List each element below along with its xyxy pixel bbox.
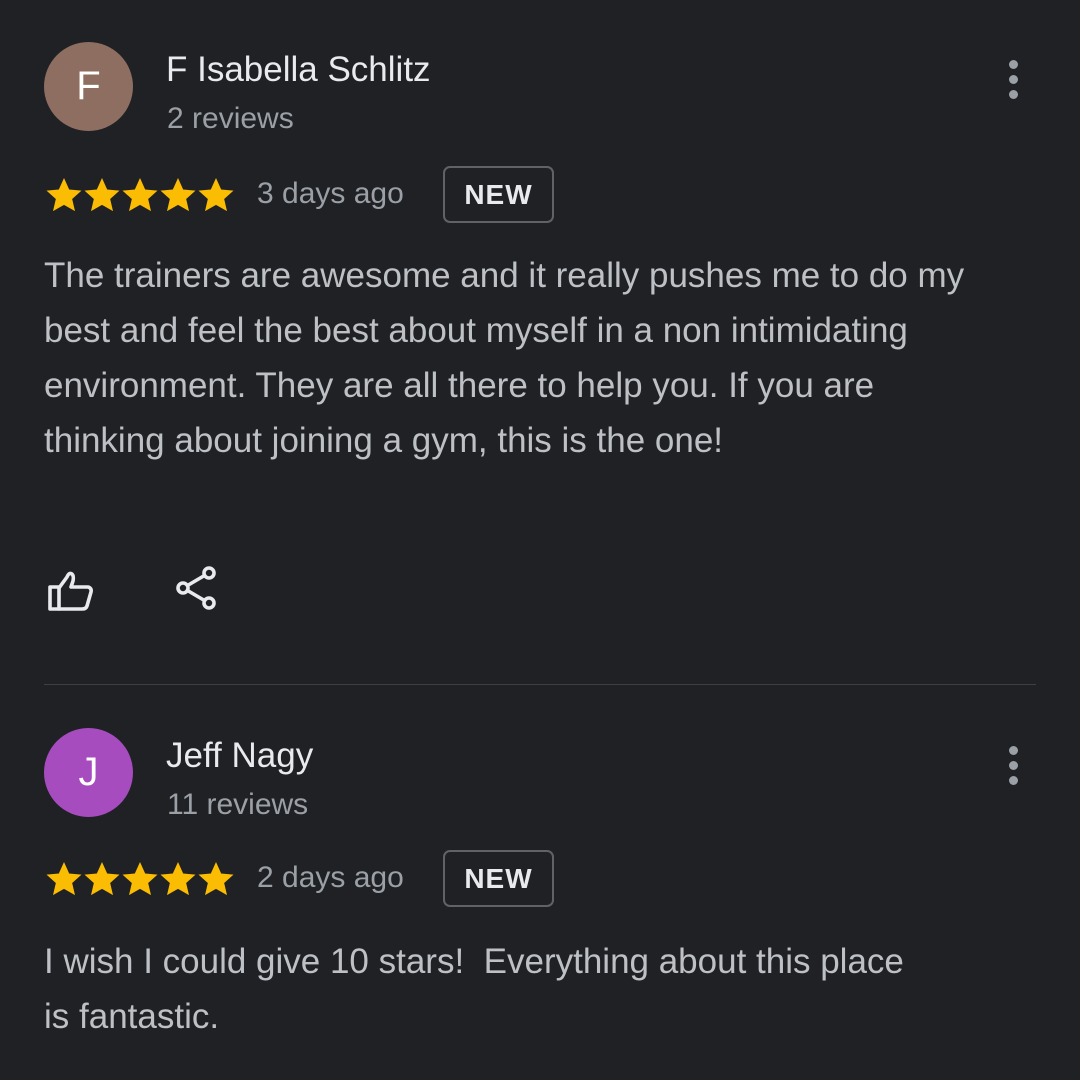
rating-row: 2 days ago NEW — [44, 850, 744, 910]
avatar-letter: J — [78, 750, 99, 794]
thumbs-up-icon[interactable] — [46, 566, 96, 616]
more-vert-icon-dot — [1009, 75, 1018, 84]
review-date: 3 days ago — [257, 177, 404, 210]
more-vert-icon-dot — [1009, 90, 1018, 99]
new-badge: NEW — [443, 166, 554, 223]
review-count: 11 reviews — [167, 788, 309, 821]
star-rating — [44, 166, 238, 226]
star-icon — [84, 178, 120, 212]
star-icon — [84, 862, 120, 896]
star-icon — [160, 178, 196, 212]
star-icon — [198, 178, 234, 212]
avatar[interactable]: J — [44, 728, 133, 817]
more-options-button[interactable] — [994, 56, 1034, 104]
more-options-button[interactable] — [994, 742, 1034, 790]
author-name[interactable]: Jeff Nagy — [166, 736, 313, 776]
author-name[interactable]: F Isabella Schlitz — [166, 50, 431, 90]
star-icon — [122, 178, 158, 212]
review-text: The trainers are awesome and it really p… — [44, 256, 965, 460]
star-icon — [46, 178, 82, 212]
divider — [44, 684, 1036, 685]
star-rating — [44, 850, 238, 910]
new-badge: NEW — [443, 850, 554, 907]
star-icon — [46, 862, 82, 896]
rating-row: 3 days ago NEW — [44, 166, 744, 226]
avatar[interactable]: F — [44, 42, 133, 131]
more-vert-icon-dot — [1009, 761, 1018, 770]
star-icon — [160, 862, 196, 896]
more-vert-icon — [1009, 746, 1018, 755]
star-icon — [198, 862, 234, 896]
avatar-letter: F — [76, 64, 101, 108]
more-vert-icon — [1009, 60, 1018, 69]
more-vert-icon-dot — [1009, 776, 1018, 785]
review-count: 2 reviews — [167, 102, 294, 135]
review-text: I wish I could give 10 stars! Everything… — [44, 942, 914, 1036]
share-icon[interactable] — [172, 564, 222, 614]
star-icon — [122, 862, 158, 896]
review-date: 2 days ago — [257, 861, 404, 894]
